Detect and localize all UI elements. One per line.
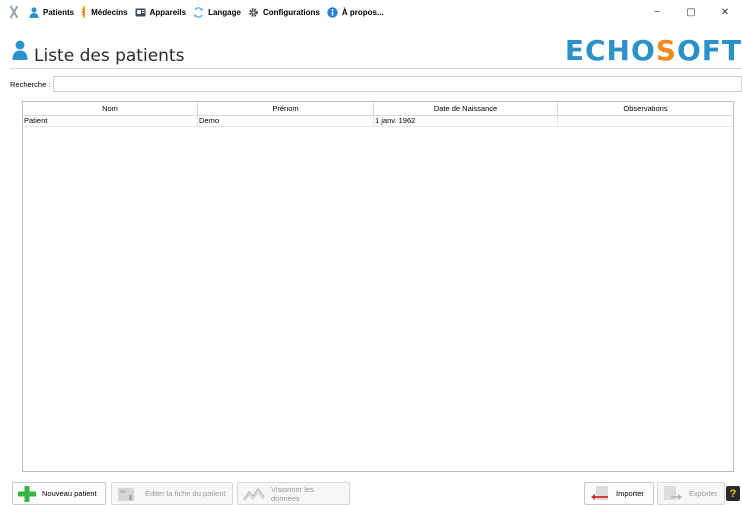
search-input[interactable] bbox=[53, 76, 742, 92]
header-divider bbox=[10, 68, 742, 69]
language-icon bbox=[193, 6, 204, 18]
person-icon bbox=[29, 6, 39, 18]
maximize-button[interactable]: ▢ bbox=[674, 0, 708, 24]
menu-bar: Patients Médecins Appareils Langage Conf… bbox=[0, 0, 742, 24]
cell-date-naissance: 1 janv. 1962 bbox=[374, 116, 558, 126]
column-header-prenom[interactable]: Prénom bbox=[198, 102, 374, 115]
view-data-button[interactable]: Visionner les données bbox=[237, 482, 350, 505]
view-data-label: Visionner les données bbox=[271, 484, 314, 503]
search-label: Recherche : bbox=[10, 80, 51, 89]
menu-patients[interactable]: Patients bbox=[27, 3, 79, 21]
patients-table: Nom Prénom Date de Naissance Observation… bbox=[22, 101, 734, 472]
cell-nom: Patient bbox=[23, 116, 198, 126]
echosoft-logo: ECHOSOFT bbox=[564, 34, 742, 67]
import-icon bbox=[590, 485, 610, 502]
edit-patient-button[interactable]: Éditer la fiche du patient bbox=[111, 482, 233, 505]
menu-langage[interactable]: Langage bbox=[191, 3, 246, 21]
cell-observations bbox=[558, 116, 733, 126]
menu-medecins[interactable]: Médecins bbox=[79, 3, 132, 21]
cell-prenom: Demo bbox=[198, 116, 374, 126]
table-header: Nom Prénom Date de Naissance Observation… bbox=[23, 102, 733, 116]
edit-patient-label: Éditer la fiche du patient bbox=[145, 489, 226, 498]
new-patient-label: Nouveau patient bbox=[42, 489, 97, 498]
menu-apropos-label: À propos... bbox=[341, 7, 384, 17]
menu-configurations[interactable]: Configurations bbox=[246, 3, 325, 21]
edit-record-icon bbox=[117, 486, 139, 502]
import-button[interactable]: Importer bbox=[584, 482, 654, 505]
page-header: Liste des patients ECHOSOFT bbox=[0, 30, 742, 70]
help-icon[interactable]: ? bbox=[726, 486, 740, 501]
menu-configurations-label: Configurations bbox=[262, 7, 320, 17]
window-controls: − ▢ ✕ bbox=[640, 0, 742, 24]
export-icon bbox=[663, 485, 683, 502]
table-row[interactable]: Patient Demo 1 janv. 1962 bbox=[23, 116, 733, 127]
doctor-icon bbox=[81, 6, 87, 18]
column-header-nom[interactable]: Nom bbox=[23, 102, 198, 115]
column-header-observations[interactable]: Observations bbox=[558, 102, 733, 115]
menu-patients-label: Patients bbox=[43, 7, 75, 17]
minimize-button[interactable]: − bbox=[640, 0, 674, 24]
menu-langage-label: Langage bbox=[208, 7, 241, 17]
app-logo-icon bbox=[7, 5, 21, 19]
add-icon bbox=[18, 485, 36, 502]
menu-apropos[interactable]: À propos... bbox=[325, 3, 389, 21]
column-header-date-naissance[interactable]: Date de Naissance bbox=[374, 102, 558, 115]
new-patient-button[interactable]: Nouveau patient bbox=[12, 482, 106, 505]
menu-medecins-label: Médecins bbox=[91, 7, 128, 17]
close-button[interactable]: ✕ bbox=[708, 0, 742, 24]
person-icon bbox=[12, 40, 28, 60]
device-icon bbox=[135, 8, 146, 17]
menu-appareils-label: Appareils bbox=[149, 7, 187, 17]
page-title: Liste des patients bbox=[34, 46, 185, 66]
info-icon bbox=[327, 6, 338, 18]
menu-appareils[interactable]: Appareils bbox=[133, 3, 191, 21]
export-button[interactable]: Exporter bbox=[657, 482, 725, 505]
gear-icon bbox=[248, 7, 259, 18]
import-label: Importer bbox=[616, 489, 644, 498]
chart-icon bbox=[243, 486, 265, 502]
export-label: Exporter bbox=[689, 489, 718, 498]
